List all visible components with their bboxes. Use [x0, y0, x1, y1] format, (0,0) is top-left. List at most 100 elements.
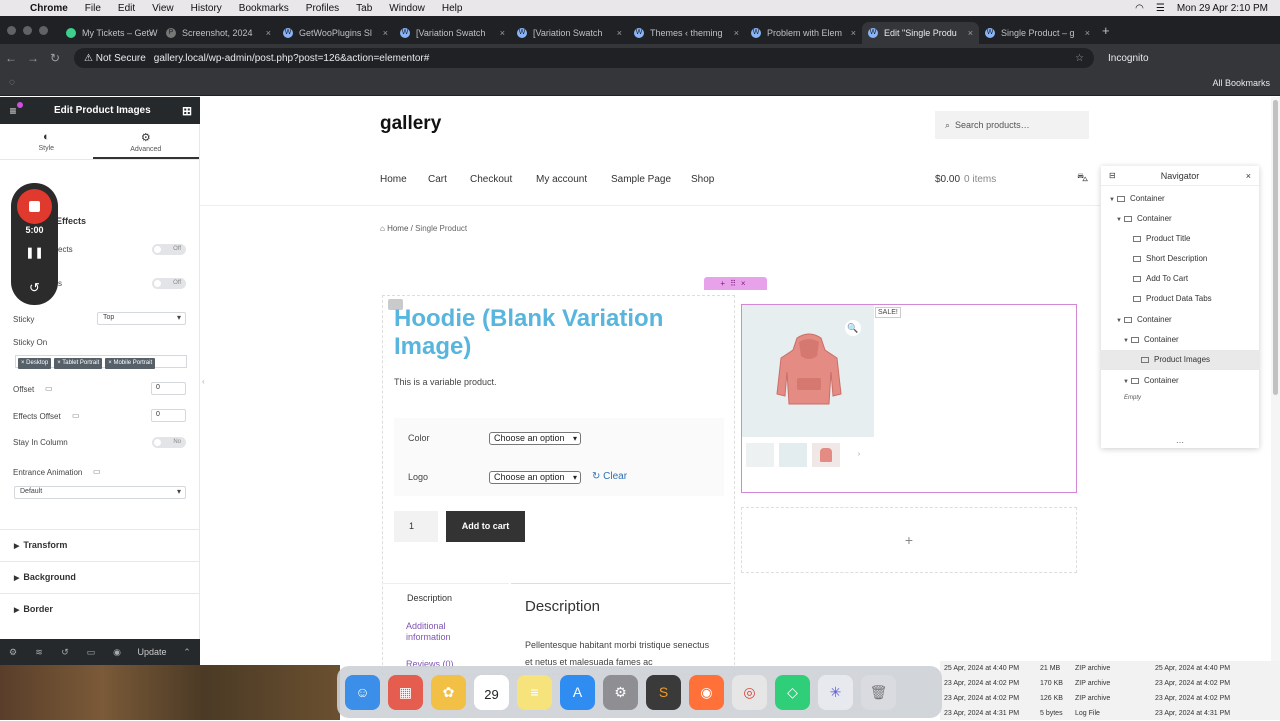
breadcrumb-home[interactable]: Home [387, 224, 408, 233]
color-select[interactable]: Choose an option [489, 432, 581, 445]
menu-profiles[interactable]: Profiles [306, 3, 339, 14]
desktop-icon[interactable]: ▭ [93, 467, 101, 476]
tab-close-icon[interactable]: × [617, 28, 622, 38]
security-indicator[interactable]: Not Secure [84, 53, 146, 64]
container-toolbar[interactable]: +⠿× [704, 277, 767, 290]
tab-close-icon[interactable]: × [734, 28, 739, 38]
gallery-thumbnail[interactable] [812, 443, 840, 467]
sticky-on-multiselect[interactable]: × Desktop × Tablet Portrait × Mobile Portr… [15, 355, 187, 369]
reload-icon[interactable]: ↻ [44, 51, 66, 65]
navigator-item[interactable]: ▼ Container [1101, 371, 1259, 391]
browser-tab[interactable]: W [Variation Swatch × [511, 22, 628, 44]
quantity-input[interactable]: 1 [394, 511, 438, 542]
navigator-header[interactable]: ⊟ Navigator × [1101, 166, 1259, 186]
navigator-item[interactable]: Product Title [1101, 229, 1259, 249]
launchpad-icon[interactable]: ▦ [388, 674, 423, 710]
tab-close-icon[interactable]: × [266, 28, 271, 38]
sublime-text-icon[interactable]: S [646, 674, 681, 710]
section-transform[interactable]: ▶ Transform [0, 529, 200, 561]
effects-toggle[interactable]: Off [152, 278, 186, 289]
new-tab-button[interactable]: + [1102, 23, 1110, 38]
section-border[interactable]: ▶ Border [0, 593, 200, 625]
update-button[interactable]: Update [130, 647, 174, 657]
add-to-cart-button[interactable]: Add to cart [446, 511, 525, 542]
navigator-item[interactable]: Product Data Tabs [1101, 289, 1259, 309]
photos-icon[interactable]: ✿ [431, 674, 466, 710]
chrome-icon[interactable]: ◎ [732, 674, 767, 710]
localwp-icon[interactable]: ◇ [775, 674, 810, 710]
browser-tab-active[interactable]: W Edit "Single Produ × [862, 22, 979, 44]
chip-desktop[interactable]: × Desktop [18, 358, 52, 369]
tab-additional-information[interactable]: Additional information [406, 621, 476, 643]
preview-eye-icon[interactable]: ◉ [104, 647, 130, 658]
clear-variations-link[interactable]: ↻ Clear [592, 471, 627, 482]
thumbnail-next-arrow-icon[interactable]: › [852, 448, 866, 462]
browser-tab[interactable]: W GetWooPlugins Sl × [277, 22, 394, 44]
sticky-select[interactable]: Top [97, 312, 186, 325]
scrollbar-thumb[interactable] [1273, 100, 1278, 395]
menu-view[interactable]: View [152, 3, 174, 14]
header-cart[interactable]: $0.00 0 items [935, 174, 996, 185]
notes-icon[interactable]: ≡ [517, 674, 552, 710]
nav-home[interactable]: Home [380, 174, 407, 185]
browser-tab[interactable]: W Themes ‹ theming × [628, 22, 745, 44]
window-close-button[interactable] [7, 25, 16, 35]
finder-row[interactable]: 23 Apr, 2024 at 4:31 PM 5 bytes Log File 23… [940, 706, 1280, 721]
finder-row[interactable]: 25 Apr, 2024 at 4:40 PM 21 MB ZIP archive 2… [940, 661, 1280, 676]
responsive-icon[interactable]: ▭ [78, 647, 104, 658]
logo-select[interactable]: Choose an option [489, 471, 581, 484]
restart-icon[interactable]: ↺ [11, 280, 58, 296]
effects-section-title[interactable]: Effects [56, 216, 86, 226]
add-element-area[interactable]: + [741, 507, 1077, 573]
history-icon[interactable]: ↺ [52, 647, 78, 658]
address-bar[interactable]: Not Secure gallery.local/wp-admin/post.p… [74, 48, 1094, 68]
stay-in-column-toggle[interactable]: No [152, 437, 186, 448]
collapse-panel-icon[interactable]: ‹ [202, 377, 205, 386]
navigator-item[interactable]: ▼ Container [1101, 209, 1259, 229]
navigator-item[interactable]: ▼ Container [1101, 330, 1259, 350]
entrance-animation-select[interactable]: Default [14, 486, 186, 499]
chevron-up-icon[interactable]: ⌃ [174, 647, 200, 658]
effects-offset-input[interactable]: 0 [151, 409, 186, 422]
incognito-indicator[interactable]: Incognito [1108, 53, 1149, 64]
perplexity-icon[interactable]: ✳ [818, 674, 853, 710]
tab-close-icon[interactable]: × [383, 28, 388, 38]
browser-tab[interactable]: W Single Product – g × [979, 22, 1096, 44]
chip-mobile-portrait[interactable]: × Mobile Portrait [105, 358, 156, 369]
gallery-thumbnail[interactable] [779, 443, 807, 467]
finder-row[interactable]: 23 Apr, 2024 at 4:02 PM 126 KB ZIP archive… [940, 691, 1280, 706]
browser-tab[interactable]: P Screenshot, 2024 × [160, 22, 277, 44]
zoom-icon[interactable]: 🔍 [845, 320, 861, 336]
menu-window[interactable]: Window [389, 3, 425, 14]
firefox-icon[interactable]: ◉ [689, 674, 724, 710]
menu-edit[interactable]: Edit [118, 3, 135, 14]
nav-shop[interactable]: Shop [691, 174, 714, 185]
trash-icon[interactable]: 🗑 [861, 674, 896, 710]
desktop-icon[interactable]: ▭ [45, 384, 53, 393]
bookmark-star-icon[interactable]: ☆ [1075, 53, 1084, 64]
tab-description[interactable]: Description [407, 593, 452, 603]
menu-chrome[interactable]: Chrome [30, 3, 68, 14]
url-text[interactable]: gallery.local/wp-admin/post.php?post=126… [154, 53, 430, 64]
effects-toggle[interactable]: Off [152, 244, 186, 255]
tab-close-icon[interactable]: × [968, 28, 973, 38]
browser-tab[interactable]: W Problem with Elem × [745, 22, 862, 44]
menu-file[interactable]: File [85, 3, 101, 14]
window-minimize-button[interactable] [23, 25, 32, 35]
navigator-resize-handle[interactable]: ⋯ [1101, 438, 1259, 447]
menubar-datetime[interactable]: Mon 29 Apr 2:10 PM [1177, 3, 1268, 14]
widgets-grid-icon[interactable]: ⊞ [174, 104, 200, 118]
stop-recording-button[interactable] [17, 189, 52, 224]
tab-style[interactable]: ◐ Style [0, 124, 93, 159]
pause-icon[interactable]: ❚❚ [11, 246, 58, 259]
browser-tab[interactable]: My Tickets – GetW × [60, 22, 160, 44]
tab-close-icon[interactable]: × [851, 28, 856, 38]
product-title[interactable]: Hoodie (Blank Variation Image) [394, 305, 714, 361]
tab-close-icon[interactable]: × [1085, 28, 1090, 38]
forward-icon[interactable]: → [22, 51, 44, 65]
tab-close-icon[interactable]: × [149, 28, 154, 38]
nav-checkout[interactable]: Checkout [470, 174, 512, 185]
app-store-icon[interactable]: A [560, 674, 595, 710]
navigator-item[interactable]: Add To Cart [1101, 269, 1259, 289]
wifi-icon[interactable]: ◠ [1135, 3, 1144, 14]
